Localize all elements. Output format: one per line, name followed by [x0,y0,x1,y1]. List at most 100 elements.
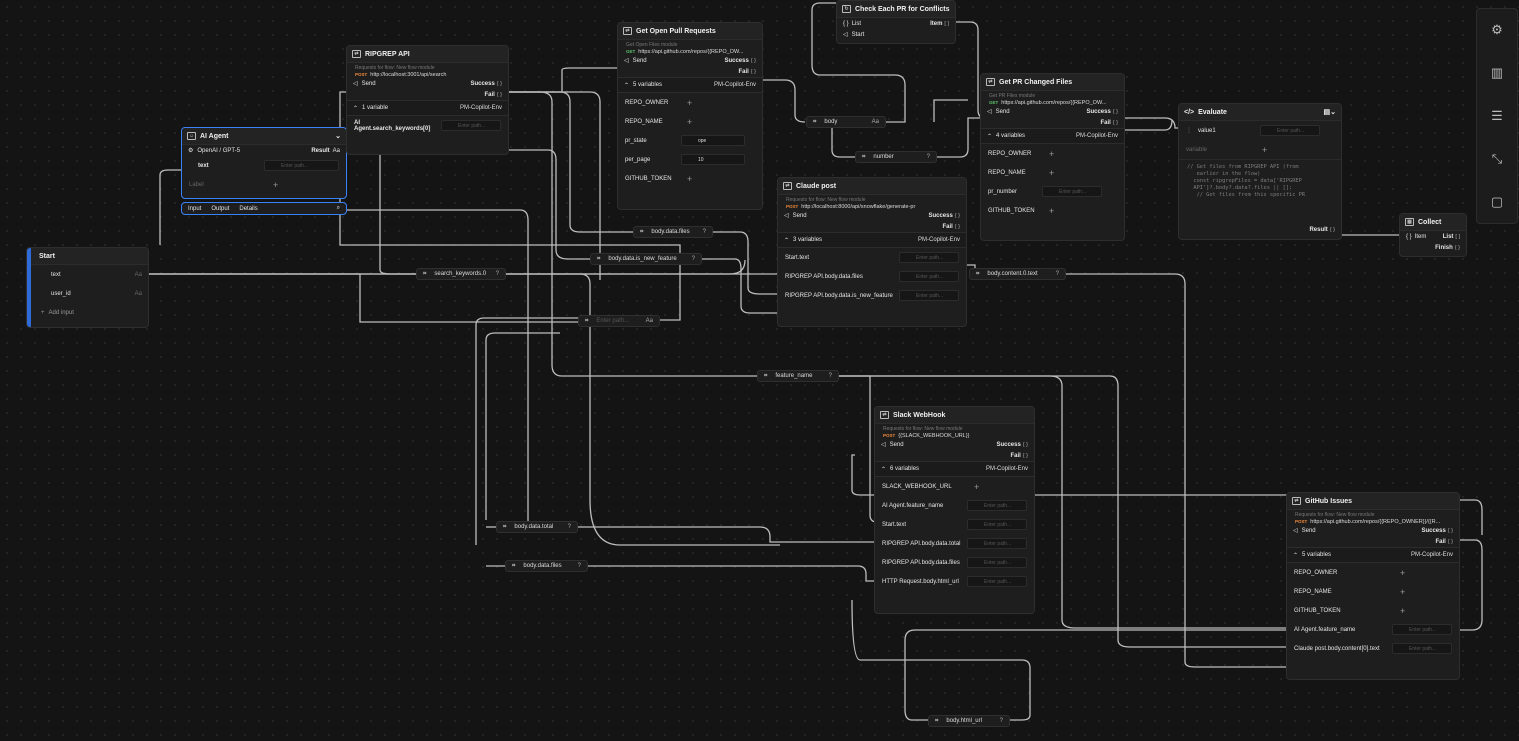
mapper-search-keywords[interactable]: ⌗ search_keywords.0? [416,268,506,280]
slack-webhook-node[interactable]: ⇄ Slack WebHook Requests for flow: New fl… [874,406,1035,614]
fail-port[interactable]: Fail{ } [347,89,508,100]
model-label[interactable]: OpenAI / GPT-5 [197,148,240,154]
path-input[interactable]: Enter path... [967,557,1027,568]
mapper-number[interactable]: ⌗ number? [855,151,937,163]
pr-state-input[interactable]: ope [681,135,745,146]
add-icon[interactable]: + [687,174,699,184]
path-input[interactable]: Enter path... [967,519,1027,530]
send-port[interactable]: ◁ Send Success{ } [875,439,1034,450]
mapper-body-data-files[interactable]: ⌗ body.data.files? [633,226,713,238]
get-pr-changed-files-node[interactable]: ⇄ Get PR Changed Files Get PR Files modul… [980,73,1125,241]
item-port[interactable]: { } Item List[ ] [1400,231,1466,242]
variables-section[interactable]: ⌃ 1 variable PM-Copilot-Env [347,100,508,116]
ripgrep-api-node[interactable]: ⇄ RIPGREP API Requests for flow: New flow… [346,45,509,155]
drag-handle-icon[interactable]: ⋮ [1186,127,1192,134]
list-port[interactable]: { } List Item[ ] [837,18,955,29]
link-icon[interactable]: ⌕ [337,205,340,212]
gear-icon[interactable]: ⚙ [1489,22,1505,38]
path-input[interactable]: Enter path... [441,120,501,131]
path-input[interactable]: Enter path... [899,271,959,282]
path-input[interactable]: Enter path... [899,252,959,263]
flow-icon[interactable]: ☰ [1489,108,1505,124]
send-port[interactable]: ◁ Send Success{ } [347,78,508,89]
finish-port[interactable]: Finish{ } [1400,242,1466,253]
label-input[interactable]: Label [189,182,267,188]
add-icon[interactable]: + [1400,587,1412,597]
github-issues-node[interactable]: ⇄ GitHub Issues Requests for flow: New fl… [1286,492,1460,680]
result-port[interactable]: Result{ } [1179,224,1341,235]
book-icon[interactable]: ▥ [1489,65,1505,81]
mapper-icon: ⌗ [512,562,516,569]
mapper-icon: ⌗ [813,118,817,125]
add-icon[interactable]: + [974,482,986,492]
mapper-body-data-total[interactable]: ⌗ body.data.total? [496,521,578,533]
send-port[interactable]: ◁ Send Success{ } [618,55,762,66]
mapper-feature-name[interactable]: ⌗ feature_name? [757,370,839,382]
right-toolbar: ⚙ ▥ ☰ ⤡ ▢ [1476,8,1518,224]
path-input[interactable]: Enter path... [967,576,1027,587]
get-open-prs-node[interactable]: ⇄ Get Open Pull Requests Get Open Files m… [617,22,763,210]
send-port[interactable]: ◁ Send Success{ } [981,106,1124,117]
fail-port[interactable]: Fail{ } [875,450,1034,461]
mapper-icon: ⌗ [423,270,427,277]
variables-section[interactable]: ⌃ 3 variables PM-Copilot-Env [778,232,966,248]
path-input[interactable]: Enter path... [264,160,339,171]
mapper-body-data-files-2[interactable]: ⌗ body.data.files? [505,560,588,572]
add-icon[interactable]: + [1400,606,1412,616]
mapper-is-new-feature[interactable]: ⌗ body.data.is_new_feature? [590,253,702,265]
mapper-body-content[interactable]: ⌗ body.content.0.text? [969,268,1066,280]
path-input[interactable]: Enter path... [967,538,1027,549]
mapper-html-url[interactable]: ⌗ body.html_url? [928,715,1010,727]
add-icon[interactable]: + [1262,145,1274,155]
start-port[interactable]: ◁ Start [837,29,955,40]
check-each-pr-node[interactable]: ↻ Check Each PR for Conflicts { } List Item… [836,0,956,44]
mapper-icon: ⌗ [976,270,980,277]
claude-post-node[interactable]: ⇄ Claude post Requests for flow: New flow… [777,177,967,327]
path-input[interactable]: Enter path... [899,290,959,301]
path-input[interactable]: Enter path... [1042,186,1102,197]
collect-node[interactable]: ▦ Collect { } Item List[ ] Finish{ } [1399,213,1467,257]
ai-agent-title: AI Agent [200,132,229,140]
variables-section[interactable]: ⌃ 6 variables PM-Copilot-Env [875,461,1034,477]
fail-port[interactable]: Fail{ } [618,66,762,77]
ai-agent-node[interactable]: ☺ AI Agent ⌄ ⚙ OpenAI / GPT-5 Result Aa text E… [181,127,347,199]
language-menu-icon[interactable]: ▤⌄ [1324,108,1336,116]
path-input[interactable]: Enter path... [1392,624,1452,635]
add-icon[interactable]: + [273,180,285,190]
add-icon[interactable]: + [1049,168,1061,178]
variables-section[interactable]: ⌃ 5 variables PM-Copilot-Env [1287,547,1459,563]
add-icon[interactable]: + [1049,149,1061,159]
mapper-body[interactable]: ⌗ body Aa [806,116,886,128]
path-input[interactable]: Enter path... [1260,125,1320,136]
send-port[interactable]: ◁ Send Success{ } [778,210,966,221]
start-input-text[interactable]: text Aa [27,265,148,284]
variables-section[interactable]: ⌃ 4 variables PM-Copilot-Env [981,128,1124,144]
variables-section[interactable]: ⌃ 5 variables PM-Copilot-Env [618,77,762,93]
add-icon[interactable]: + [1400,568,1412,578]
add-icon[interactable]: + [1049,206,1061,216]
per-page-stepper[interactable]: 10 [681,154,745,165]
fail-port[interactable]: Fail{ } [981,117,1124,128]
evaluate-node[interactable]: </> Evaluate ▤⌄ ⋮ value1 Enter path... varia… [1178,103,1342,240]
fail-port[interactable]: Fail{ } [1287,536,1459,547]
add-input-button[interactable]: + Add input [27,303,148,323]
start-node[interactable]: Start text Aa user_id Aa + Add input [26,247,149,328]
fail-port[interactable]: Fail{ } [778,221,966,232]
type-badge: Aa [134,290,142,297]
tab-output[interactable]: Output [211,206,229,212]
add-icon[interactable]: + [687,117,699,127]
mapper-empty-path[interactable]: ⌗ Enter path... Aa [578,315,660,327]
result-port[interactable]: Result [311,148,329,154]
tab-details[interactable]: Details [239,206,257,212]
variable-name-input[interactable]: variable [1186,147,1256,153]
start-input-user-id[interactable]: user_id Aa [27,284,148,303]
tab-input[interactable]: Input [188,206,201,212]
code-editor[interactable]: // Get files from RIPGREP API (from earl… [1179,159,1341,199]
add-icon[interactable]: + [687,98,699,108]
path-input[interactable]: Enter path... [1392,643,1452,654]
send-port[interactable]: ◁ Send Success{ } [1287,525,1459,536]
chat-icon[interactable]: ▢ [1489,194,1505,210]
path-input[interactable]: Enter path... [967,500,1027,511]
chevron-down-icon[interactable]: ⌄ [335,132,341,140]
expand-icon[interactable]: ⤡ [1489,151,1505,167]
